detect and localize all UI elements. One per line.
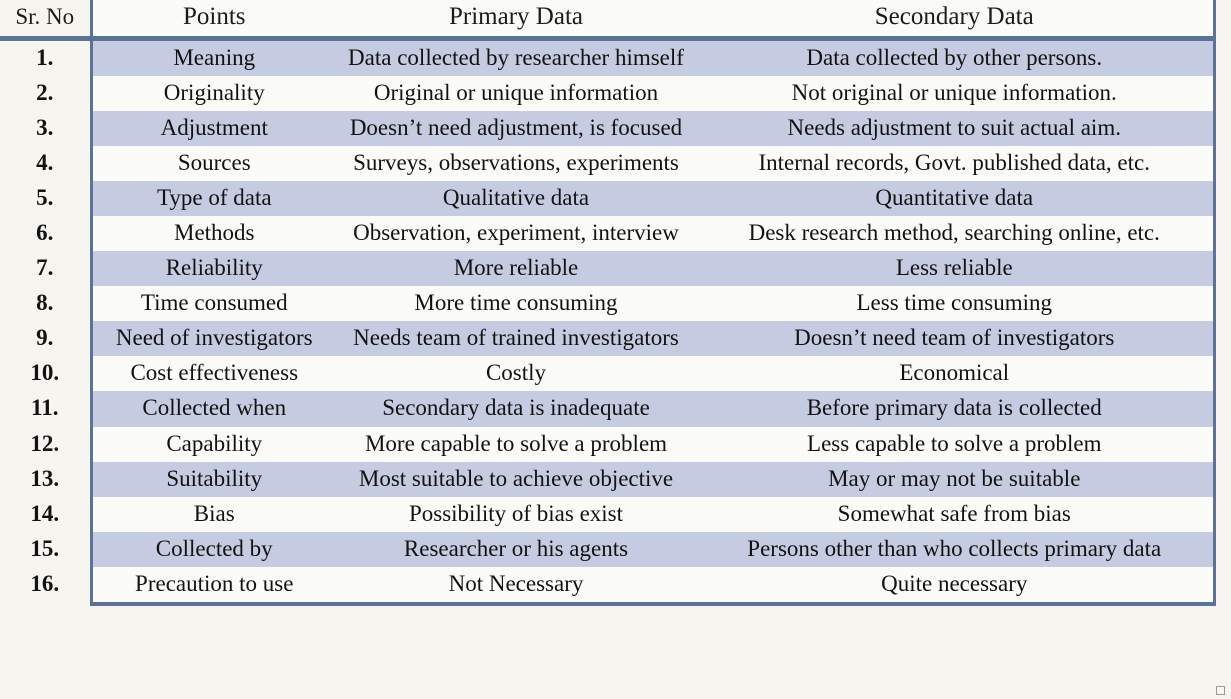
cell-point: Reliability (91, 251, 336, 287)
cell-sr-no: 10. (0, 356, 93, 392)
cell-secondary-data: Desk research method, searching online, … (696, 216, 1216, 252)
cell-sr-no: 4. (0, 146, 93, 182)
cell-point: Cost effectiveness (91, 356, 336, 392)
cell-sr-no: 12. (0, 426, 93, 462)
cell-sr-no: 13. (0, 461, 93, 497)
cell-point: Methods (91, 216, 336, 252)
table-row: 1. Meaning Data collected by researcher hi… (0, 38, 1216, 77)
cell-secondary-data: Doesn’t need team of investigators (696, 321, 1216, 357)
cell-point: Adjustment (91, 111, 336, 147)
cell-sr-no: 8. (0, 286, 93, 322)
table-header: Sr. No Points Primary Data Secondary Dat… (0, 0, 1216, 41)
cell-secondary-data: Less reliable (696, 251, 1216, 287)
cell-primary-data: Qualitative data (336, 181, 696, 217)
table-row: 2. Originality Original or unique informat… (0, 76, 1216, 112)
cell-sr-no: 5. (0, 181, 93, 217)
cell-secondary-data: Less time consuming (696, 286, 1216, 322)
column-header-secondary-data: Secondary Data (696, 0, 1216, 41)
cell-sr-no: 7. (0, 251, 93, 287)
cell-sr-no: 16. (0, 566, 93, 604)
table-row: 11. Collected when Secondary data is inade… (0, 391, 1216, 427)
cell-sr-no: 2. (0, 76, 93, 112)
cell-primary-data: Surveys, observations, experiments (336, 146, 696, 182)
table-row: 15. Collected by Researcher or his agents P… (0, 531, 1216, 567)
cell-point: Collected by (91, 531, 336, 567)
cell-primary-data: Doesn’t need adjustment, is focused (336, 111, 696, 147)
cell-secondary-data: Needs adjustment to suit actual aim. (696, 111, 1216, 147)
cell-primary-data: More reliable (336, 251, 696, 287)
cell-secondary-data: Data collected by other persons. (696, 38, 1216, 77)
cell-secondary-data: Economical (696, 356, 1216, 392)
column-header-sr-no: Sr. No (0, 0, 93, 41)
cell-sr-no: 15. (0, 531, 93, 567)
cell-point: Bias (91, 496, 336, 532)
cell-sr-no: 6. (0, 216, 93, 252)
cell-primary-data: Observation, experiment, interview (336, 216, 696, 252)
header-row: Sr. No Points Primary Data Secondary Dat… (0, 0, 1216, 41)
cell-primary-data: Not Necessary (336, 566, 696, 606)
cell-secondary-data: Somewhat safe from bias (696, 496, 1216, 532)
cell-primary-data: Researcher or his agents (336, 531, 696, 567)
column-header-points: Points (91, 0, 336, 41)
cell-point: Need of investigators (91, 321, 336, 357)
table-row: 5. Type of data Qualitative data Quantitati… (0, 181, 1216, 217)
cell-sr-no: 9. (0, 321, 93, 357)
cell-primary-data: Data collected by researcher himself (336, 38, 696, 77)
cell-primary-data: Costly (336, 356, 696, 392)
table-row: 6. Methods Observation, experiment, interv… (0, 216, 1216, 252)
cell-secondary-data: Quantitative data (696, 181, 1216, 217)
table-row: 7. Reliability More reliable Less reliable (0, 251, 1216, 287)
cell-secondary-data: Internal records, Govt. published data, … (696, 146, 1216, 182)
table-row: 13. Suitability Most suitable to achieve o… (0, 461, 1216, 497)
cell-secondary-data: May or may not be suitable (696, 461, 1216, 497)
cell-primary-data: More time consuming (336, 286, 696, 322)
comparison-table-page: Sr. No Points Primary Data Secondary Dat… (0, 0, 1231, 699)
primary-vs-secondary-data-table: Sr. No Points Primary Data Secondary Dat… (0, 0, 1216, 606)
cell-secondary-data: Before primary data is collected (696, 391, 1216, 427)
table-row: 4. Sources Surveys, observations, experime… (0, 146, 1216, 182)
table-row: 9. Need of investigators Needs team of tra… (0, 321, 1216, 357)
cell-point: Collected when (91, 391, 336, 427)
cell-secondary-data: Not original or unique information. (696, 76, 1216, 112)
table-row: 12. Capability More capable to solve a pro… (0, 426, 1216, 462)
cell-point: Precaution to use (91, 566, 336, 606)
cell-primary-data: Most suitable to achieve objective (336, 461, 696, 497)
cell-primary-data: Original or unique information (336, 76, 696, 112)
cell-primary-data: Possibility of bias exist (336, 496, 696, 532)
cell-primary-data: Needs team of trained investigators (336, 321, 696, 357)
column-header-primary-data: Primary Data (336, 0, 696, 41)
cell-primary-data: More capable to solve a problem (336, 426, 696, 462)
table-row: 8. Time consumed More time consuming Less t… (0, 286, 1216, 322)
cell-point: Capability (91, 426, 336, 462)
cell-secondary-data: Less capable to solve a problem (696, 426, 1216, 462)
cell-point: Time consumed (91, 286, 336, 322)
table-body: 1. Meaning Data collected by researcher hi… (0, 38, 1216, 606)
cell-secondary-data: Quite necessary (696, 566, 1216, 606)
cell-point: Originality (91, 76, 336, 112)
cell-point: Type of data (91, 181, 336, 217)
cell-sr-no: 1. (0, 38, 93, 77)
resize-handle[interactable] (1216, 686, 1225, 695)
cell-primary-data: Secondary data is inadequate (336, 391, 696, 427)
table-row: 16. Precaution to use Not Necessary Quite n… (0, 566, 1216, 606)
cell-secondary-data: Persons other than who collects primary … (696, 531, 1216, 567)
table-row: 14. Bias Possibility of bias exist Somewhat… (0, 496, 1216, 532)
cell-point: Sources (91, 146, 336, 182)
cell-point: Meaning (91, 38, 336, 77)
cell-sr-no: 11. (0, 391, 93, 427)
table-row: 3. Adjustment Doesn’t need adjustment, is … (0, 111, 1216, 147)
cell-point: Suitability (91, 461, 336, 497)
cell-sr-no: 14. (0, 496, 93, 532)
table-row: 10. Cost effectiveness Costly Economical (0, 356, 1216, 392)
cell-sr-no: 3. (0, 111, 93, 147)
